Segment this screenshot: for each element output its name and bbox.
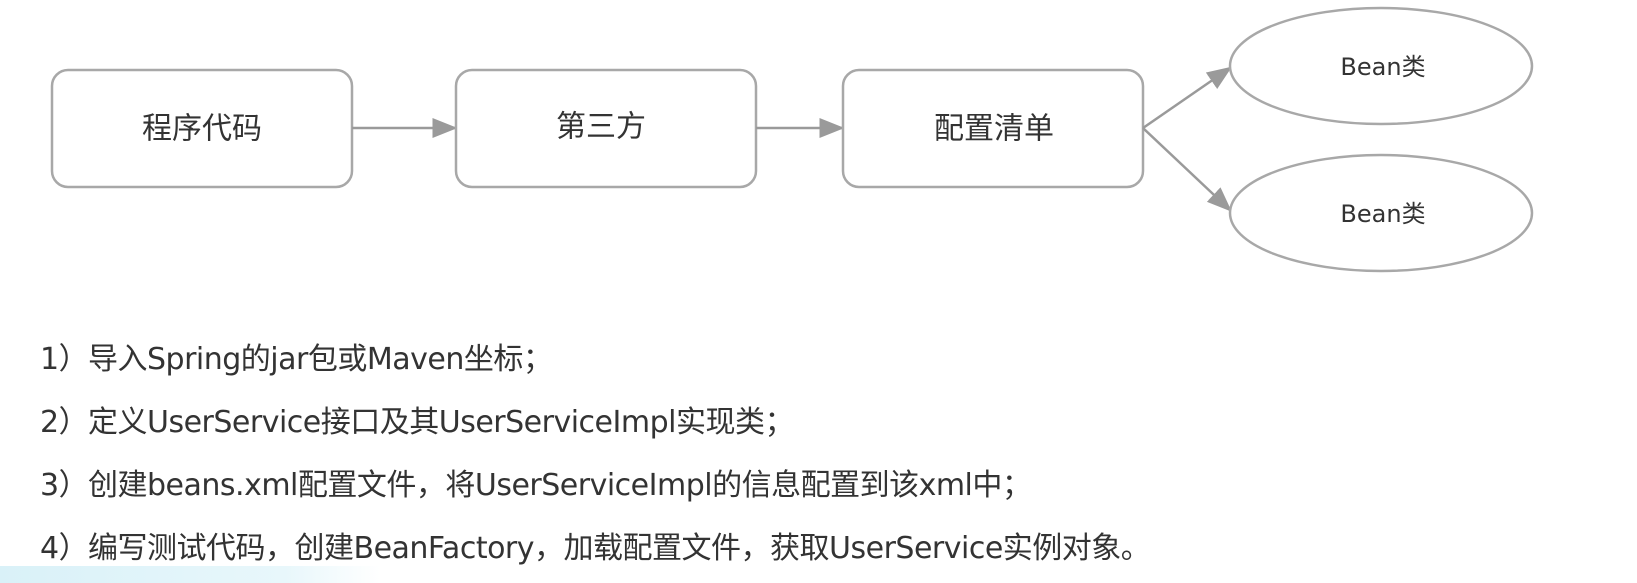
step-number: 1） [40, 342, 89, 377]
step-1: 1）导入Spring的jar包或Maven坐标； [40, 328, 1150, 391]
step-number: 2） [40, 405, 89, 440]
arrow-config-to-bean-bottom [1142, 127, 1232, 212]
step-text: 编写测试代码，创建BeanFactory，加载配置文件，获取UserServic… [88, 531, 1151, 566]
box-third-party: 第三方 [454, 68, 758, 189]
arrow-config-to-bean-top [1142, 66, 1233, 130]
step-2: 2）定义UserService接口及其UserServiceImpl实现类； [40, 391, 1150, 454]
step-text: 创建beans.xml配置文件，将UserServiceImpl的信息配置到该x… [88, 468, 1032, 503]
box-label-third-party: 第三方 [556, 110, 646, 145]
steps-list: 1）导入Spring的jar包或Maven坐标； 2）定义UserService… [40, 328, 1151, 580]
ellipse-label-bean-bottom: Bean类 [1340, 200, 1425, 228]
step-text: 定义UserService接口及其UserServiceImpl实现类； [88, 405, 794, 440]
step-3: 3）创建beans.xml配置文件，将UserServiceImpl的信息配置到… [40, 454, 1150, 517]
box-label-program-code: 程序代码 [142, 112, 262, 147]
bottom-highlight-strip [0, 566, 380, 583]
step-number: 3） [40, 468, 89, 503]
ellipse-bean-top: Bean类 [1228, 6, 1534, 126]
ellipse-bean-bottom: Bean类 [1228, 153, 1534, 273]
flow-diagram: 程序代码 第三方 配置清单 Bean类 Bean类 [50, 6, 1534, 273]
step-text: 导入Spring的jar包或Maven坐标； [88, 342, 553, 377]
box-config-list: 配置清单 [841, 68, 1145, 189]
ellipse-label-bean-top: Bean类 [1340, 53, 1425, 81]
box-program-code: 程序代码 [50, 68, 354, 189]
box-label-config-list: 配置清单 [934, 112, 1054, 147]
